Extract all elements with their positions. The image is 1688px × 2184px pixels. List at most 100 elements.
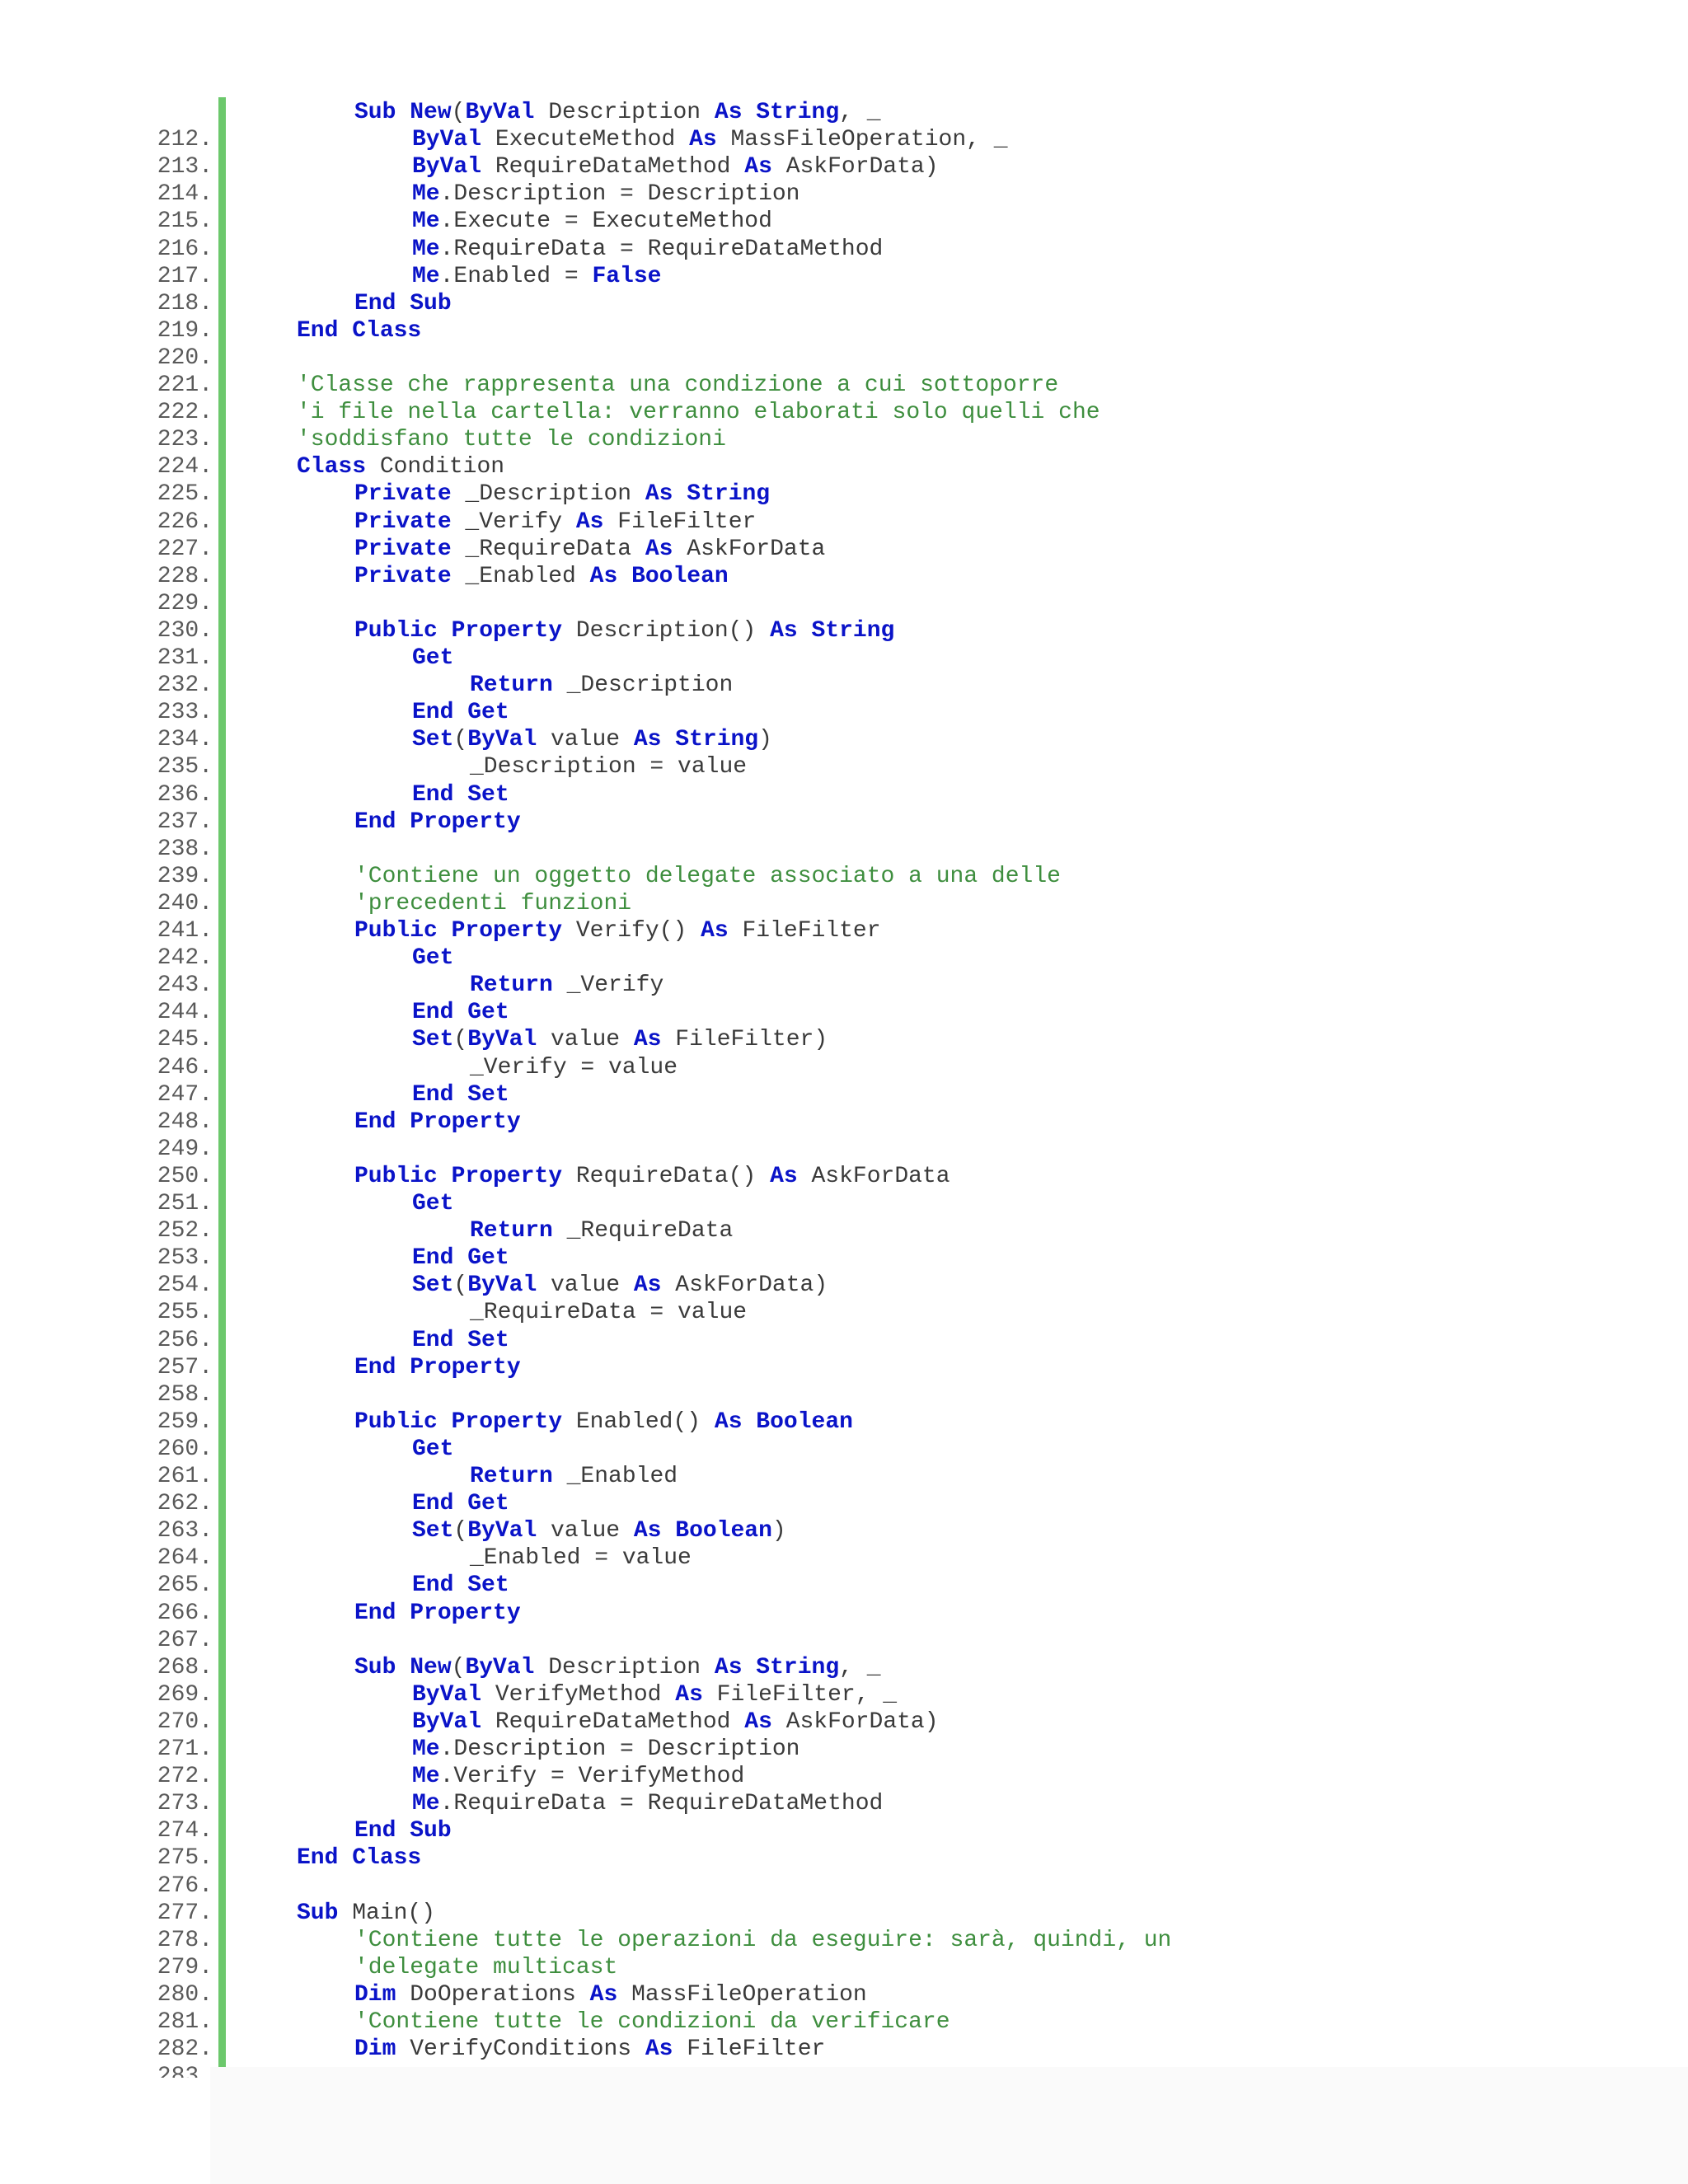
code-text: Sub New(ByVal Description As String, _ [354, 99, 881, 126]
code-token: value [537, 727, 634, 752]
keyword-token: End Class [297, 1845, 422, 1871]
code-text: Get [412, 644, 453, 672]
code-line: 237. End Property [0, 808, 1688, 836]
code-token: RequireDataMethod [481, 1709, 745, 1735]
line-number: 238. [157, 837, 213, 862]
line-number: 215. [157, 209, 213, 234]
code-text: End Get [412, 699, 509, 726]
keyword-token: ByVal [465, 100, 535, 125]
line-number: 255. [157, 1300, 213, 1325]
code-line: 246. _Verify = value [0, 1054, 1688, 1081]
code-line: 222. 'i file nella cartella: verranno ela… [0, 399, 1688, 426]
keyword-token: Sub [297, 1900, 339, 1926]
keyword-token: As String [645, 481, 771, 507]
code-line: 278. 'Contiene tutte le operazioni da ese… [0, 1927, 1688, 1954]
code-text: Public Property Description() As String [354, 617, 894, 644]
code-line: 220. [0, 344, 1688, 372]
code-line: 221. 'Classe che rappresenta una condizio… [0, 372, 1688, 399]
code-text: ByVal VerifyMethod As FileFilter, _ [412, 1681, 897, 1708]
keyword-token: As String [770, 618, 895, 644]
code-text: Public Property RequireData() As AskForD… [354, 1163, 950, 1190]
keyword-token: End Property [354, 809, 521, 835]
line-number: 273. [157, 1791, 213, 1816]
code-text: Set(ByVal value As Boolean) [412, 1517, 786, 1544]
code-token: .Execute = ExecuteMethod [439, 209, 772, 234]
code-token: _Enabled [552, 1464, 678, 1489]
keyword-token: Return [470, 1218, 553, 1244]
code-text: End Sub [354, 290, 452, 317]
code-token: .Description = Description [439, 181, 800, 207]
line-number: 233. [157, 700, 213, 725]
keyword-token: Private [354, 537, 452, 562]
keyword-token: End Property [354, 1109, 521, 1135]
code-line: 260. Get [0, 1436, 1688, 1463]
keyword-token: Get [412, 1436, 454, 1462]
line-number: 274. [157, 1818, 213, 1844]
code-text: End Property [354, 1108, 521, 1136]
code-line: 273. Me.RequireData = RequireDataMethod [0, 1790, 1688, 1817]
keyword-token: As [744, 1709, 772, 1735]
keyword-token: As [689, 127, 717, 152]
keyword-token: End Set [412, 782, 509, 808]
code-line: 258. [0, 1381, 1688, 1408]
keyword-token: ByVal [412, 154, 482, 180]
line-number: 240. [157, 891, 213, 916]
code-token: _Description = value [470, 754, 748, 780]
comment-token: 'i file nella cartella: verranno elabora… [297, 400, 1100, 425]
line-number: 278. [157, 1928, 213, 1953]
keyword-token: ByVal [465, 1655, 535, 1680]
comment-token: 'delegate multicast [354, 1955, 618, 1980]
code-text: 'Contiene un oggetto delegate associato … [354, 863, 1061, 890]
code-line: 254. Set(ByVal value As AskForData) [0, 1272, 1688, 1299]
code-line: 256. End Set [0, 1327, 1688, 1354]
keyword-token: As [701, 918, 729, 944]
code-text: End Class [297, 1844, 421, 1872]
line-number: 257. [157, 1355, 213, 1380]
code-text: Public Property Enabled() As Boolean [354, 1408, 853, 1436]
code-token: FileFilter) [661, 1027, 828, 1052]
code-token: ( [453, 1027, 468, 1052]
line-number: 256. [157, 1328, 213, 1353]
code-token: .RequireData = RequireDataMethod [439, 237, 884, 262]
code-token: _RequireData [552, 1218, 734, 1244]
code-text: End Sub [354, 1817, 452, 1844]
code-token: _Enabled = value [470, 1545, 692, 1571]
keyword-token: Me [412, 1736, 440, 1762]
code-token: FileFilter [673, 2036, 826, 2062]
keyword-token: End Class [297, 318, 422, 344]
keyword-token: Dim [354, 2036, 396, 2062]
code-text: Private _Description As String [354, 480, 770, 508]
code-line: 227. Private _RequireData As AskForData [0, 536, 1688, 563]
keyword-token: ByVal [467, 1518, 537, 1544]
keyword-token: Me [412, 181, 440, 207]
code-text: Me.Description = Description [412, 180, 799, 208]
line-number: 261. [157, 1464, 213, 1489]
code-line: Sub New(ByVal Description As String, _ [0, 99, 1688, 126]
code-line: 226. Private _Verify As FileFilter [0, 509, 1688, 536]
line-number: 228. [157, 564, 213, 589]
line-number: 220. [157, 345, 213, 371]
keyword-token: End Set [412, 1082, 509, 1108]
code-line: 267. [0, 1627, 1688, 1654]
line-number: 251. [157, 1191, 213, 1216]
keyword-token: ByVal [412, 1682, 482, 1708]
code-line: 231. Get [0, 644, 1688, 672]
code-line: 280. Dim DoOperations As MassFileOperatio… [0, 1981, 1688, 2008]
code-text: End Set [412, 781, 509, 808]
code-line: 259. Public Property Enabled() As Boolean [0, 1408, 1688, 1436]
code-text: 'delegate multicast [354, 1954, 617, 1981]
code-text: 'Classe che rappresenta una condizione a… [297, 372, 1058, 399]
code-text: End Set [412, 1572, 509, 1599]
code-line: 224. Class Condition [0, 453, 1688, 480]
keyword-token: Dim [354, 1982, 396, 2008]
line-number: 283. [157, 2064, 213, 2078]
code-token: ) [771, 1518, 786, 1544]
keyword-token: Return [470, 972, 553, 998]
code-text: Get [412, 944, 453, 972]
code-token: ( [451, 1655, 466, 1680]
code-line: 268. Sub New(ByVal Description As String,… [0, 1654, 1688, 1681]
code-line: 228. Private _Enabled As Boolean [0, 563, 1688, 590]
keyword-token: As Boolean [633, 1518, 772, 1544]
code-text: _Enabled = value [470, 1544, 692, 1572]
code-token: _Description [451, 481, 645, 507]
